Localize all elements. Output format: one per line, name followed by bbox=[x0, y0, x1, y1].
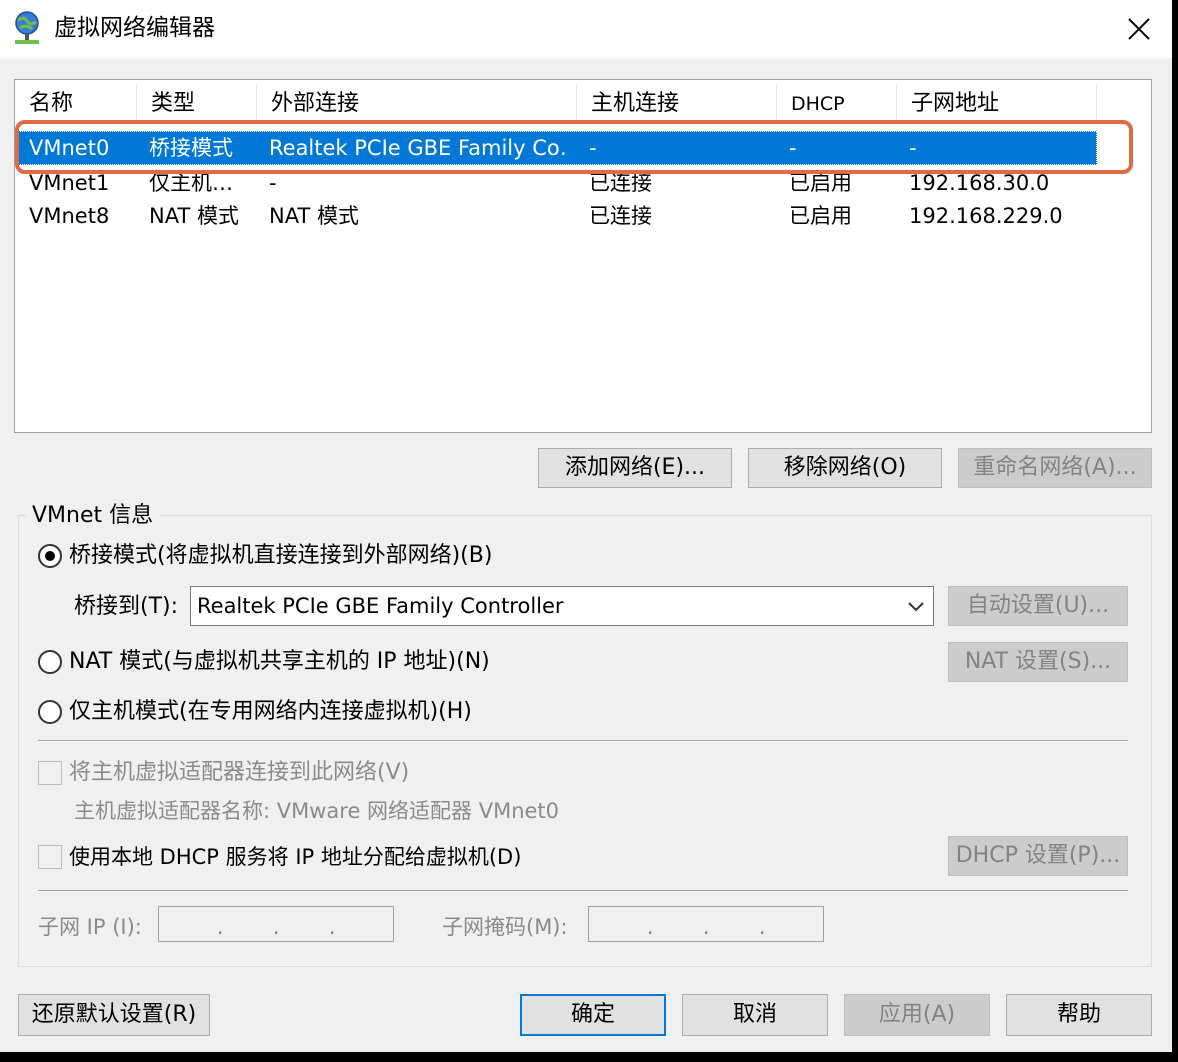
network-list-header: 名称 类型 外部连接 主机连接 DHCP 子网地址 bbox=[15, 83, 1151, 123]
ip-dot: . bbox=[647, 915, 654, 939]
local-dhcp-checkbox[interactable] bbox=[38, 845, 62, 869]
window-title: 虚拟网络编辑器 bbox=[54, 15, 215, 41]
cell-subnet: - bbox=[909, 136, 917, 160]
cancel-button[interactable]: 取消 bbox=[682, 994, 828, 1036]
bridged-mode-radio[interactable] bbox=[38, 544, 62, 568]
host-only-mode-label[interactable]: 仅主机模式(在专用网络内连接虚拟机)(H) bbox=[69, 697, 472, 727]
cell-host: - bbox=[589, 136, 597, 160]
subnet-mask-label: 子网掩码(M): bbox=[442, 915, 568, 939]
connect-host-adapter-label[interactable]: 将主机虚拟适配器连接到此网络(V) bbox=[69, 758, 409, 788]
cell-name: VMnet1 bbox=[29, 171, 110, 195]
nat-mode-label[interactable]: NAT 模式(与虚拟机共享主机的 IP 地址)(N) bbox=[69, 647, 490, 677]
rename-network-button[interactable]: 重命名网络(A)... bbox=[958, 448, 1152, 488]
column-header-type[interactable]: 类型 bbox=[137, 83, 257, 123]
remove-network-button[interactable]: 移除网络(O) bbox=[748, 448, 942, 488]
cell-dhcp: 已启用 bbox=[789, 171, 852, 195]
cell-name: VMnet0 bbox=[29, 136, 110, 160]
help-button[interactable]: 帮助 bbox=[1006, 994, 1152, 1036]
cell-dhcp: - bbox=[789, 136, 797, 160]
cell-dhcp: 已启用 bbox=[789, 204, 852, 228]
bridged-mode-label[interactable]: 桥接模式(将虚拟机直接连接到外部网络)(B) bbox=[69, 541, 492, 571]
cell-name: VMnet8 bbox=[29, 204, 110, 228]
ip-dot: . bbox=[217, 915, 224, 939]
connect-host-adapter-checkbox[interactable] bbox=[38, 761, 62, 785]
separator bbox=[38, 890, 1128, 892]
restore-defaults-button[interactable]: 还原默认设置(R) bbox=[18, 994, 210, 1036]
ok-button[interactable]: 确定 bbox=[520, 994, 666, 1036]
cell-host: 已连接 bbox=[589, 204, 652, 228]
host-only-mode-radio[interactable] bbox=[38, 700, 62, 724]
nat-settings-button[interactable]: NAT 设置(S)... bbox=[948, 642, 1128, 682]
bridged-to-value: Realtek PCIe GBE Family Controller bbox=[197, 594, 564, 618]
radio-selected-dot bbox=[45, 551, 55, 561]
cell-external: NAT 模式 bbox=[269, 204, 359, 228]
dhcp-settings-button[interactable]: DHCP 设置(P)... bbox=[948, 836, 1128, 876]
ip-dot: . bbox=[759, 915, 766, 939]
column-header-dhcp[interactable]: DHCP bbox=[777, 83, 897, 123]
separator bbox=[38, 740, 1128, 742]
column-header-external[interactable]: 外部连接 bbox=[257, 83, 577, 123]
network-globe-icon bbox=[12, 10, 46, 48]
title-bar: 虚拟网络编辑器 bbox=[0, 0, 1172, 58]
subnet-mask-input[interactable]: . . . bbox=[588, 906, 824, 942]
add-network-button[interactable]: 添加网络(E)... bbox=[538, 448, 732, 488]
ip-dot: . bbox=[273, 915, 280, 939]
cell-type: 桥接模式 bbox=[149, 136, 233, 160]
host-adapter-name: 主机虚拟适配器名称: VMware 网络适配器 VMnet0 bbox=[74, 799, 560, 823]
cell-host: 已连接 bbox=[589, 171, 652, 195]
chevron-down-icon[interactable] bbox=[902, 592, 930, 620]
ip-dot: . bbox=[703, 915, 710, 939]
cell-subnet: 192.168.30.0 bbox=[909, 171, 1050, 195]
column-header-host[interactable]: 主机连接 bbox=[577, 83, 777, 123]
cell-subnet: 192.168.229.0 bbox=[909, 204, 1063, 228]
cell-external: - bbox=[269, 171, 277, 195]
cell-type: 仅主机… bbox=[149, 171, 233, 195]
auto-settings-button[interactable]: 自动设置(U)... bbox=[948, 586, 1128, 626]
column-header-subnet[interactable]: 子网地址 bbox=[897, 83, 1097, 123]
close-button[interactable] bbox=[1112, 8, 1166, 50]
apply-button[interactable]: 应用(A) bbox=[844, 994, 990, 1036]
column-header-name[interactable]: 名称 bbox=[15, 83, 137, 123]
table-row[interactable]: VMnet0 桥接模式 Realtek PCIe GBE Family Co… … bbox=[15, 131, 1097, 165]
subnet-ip-label: 子网 IP (I): bbox=[38, 915, 142, 939]
cell-type: NAT 模式 bbox=[149, 204, 239, 228]
nat-mode-radio[interactable] bbox=[38, 650, 62, 674]
vmnet-info-title: VMnet 信息 bbox=[26, 502, 160, 530]
ip-dot: . bbox=[329, 915, 336, 939]
close-icon bbox=[1128, 18, 1150, 40]
bridged-to-label: 桥接到(T): bbox=[74, 594, 179, 619]
table-row[interactable]: VMnet1 仅主机… - 已连接 已启用 192.168.30.0 bbox=[15, 166, 1097, 200]
cell-external: Realtek PCIe GBE Family Co… bbox=[269, 136, 569, 160]
local-dhcp-label[interactable]: 使用本地 DHCP 服务将 IP 地址分配给虚拟机(D) bbox=[69, 842, 521, 872]
subnet-ip-input[interactable]: . . . bbox=[158, 906, 394, 942]
table-row[interactable]: VMnet8 NAT 模式 NAT 模式 已连接 已启用 192.168.229… bbox=[15, 199, 1097, 233]
